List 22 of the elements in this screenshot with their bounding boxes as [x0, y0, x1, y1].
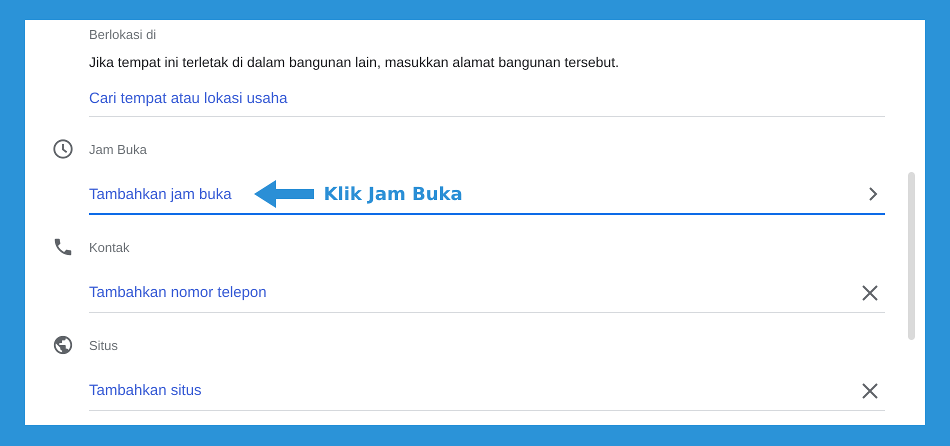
field-label: Jam Buka [89, 141, 148, 159]
arrow-icon [254, 180, 314, 208]
phone-icon [52, 236, 74, 258]
scrollbar-thumb[interactable] [908, 172, 915, 340]
field-prompt: Tambahkan jam buka [89, 186, 232, 202]
clock-icon [52, 138, 74, 160]
field-label: Berlokasi di [89, 26, 158, 44]
field-label: Kontak [89, 239, 130, 257]
field-prompt: Tambahkan nomor telepon [89, 284, 267, 301]
close-icon[interactable] [861, 382, 879, 400]
input-field[interactable]: Cari tempat atau lokasi usaha [89, 81, 885, 117]
field-prompt: Tambahkan situs [89, 382, 202, 399]
input-field[interactable]: Tambahkan situs [89, 371, 885, 411]
field-label: Situs [89, 337, 119, 355]
close-icon[interactable] [861, 284, 879, 302]
input-field[interactable]: Tambahkan nomor telepon [89, 273, 885, 313]
field-description: Jika tempat ini terletak di dalam bangunan lain, masukkan alamat bangunan tersebut. [89, 53, 620, 71]
field-prompt: Cari tempat atau lokasi usaha [89, 90, 288, 107]
chevron-right-icon[interactable] [867, 187, 879, 201]
globe-icon [52, 334, 74, 356]
callout-text: Klik Jam Buka [324, 184, 463, 204]
input-field[interactable]: Tambahkan jam buka Klik Jam Buka [89, 175, 885, 215]
